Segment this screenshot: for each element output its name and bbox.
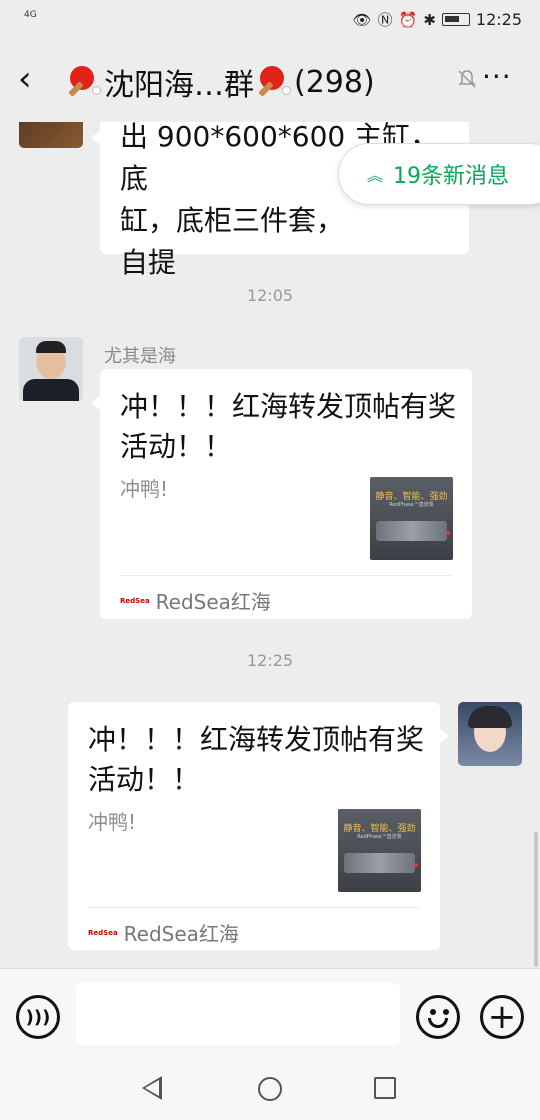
chat-header: ‹ 沈阳海…群 (298) ··· [0,40,540,122]
mute-bell-icon [458,70,476,88]
sender-name: 尤其是海 [104,346,176,367]
eye-icon: 👁 [352,10,372,29]
nav-home-icon[interactable] [258,1077,282,1101]
card-title: 冲！！！红海转发顶帖有奖活动！！ [88,723,425,796]
nav-recent-apps-icon[interactable] [374,1077,396,1099]
nfc-icon: Ⓝ [377,11,393,29]
scrollbar[interactable] [534,832,538,967]
new-messages-label: 19条新消息 [393,164,510,189]
nav-back-icon[interactable] [142,1076,162,1100]
avatar[interactable] [458,702,522,766]
card-title: 冲！！！红海转发顶帖有奖活动！！ [120,390,457,463]
redsea-logo-icon: RedSea [120,596,150,605]
message-input[interactable] [76,983,400,1045]
chat-title[interactable]: 沈阳海…群 (298) [64,60,375,104]
avatar[interactable] [19,337,83,401]
back-chevron-icon[interactable]: ‹ [18,62,32,96]
redsea-logo-icon: RedSea [88,928,118,937]
card-source-label: RedSea红海 [155,590,271,614]
voice-icon[interactable]: ))) [16,995,60,1039]
battery-icon [441,13,470,26]
card-source-label: RedSea红海 [123,922,239,946]
timestamp: 12:25 [246,651,294,670]
member-count: (298) [294,64,375,100]
plus-icon[interactable]: + [480,995,524,1039]
emoji-icon[interactable] [416,995,460,1039]
double-chevron-up-icon: ︽ [367,166,384,185]
bluetooth-icon: ✱ [423,10,436,29]
link-card[interactable]: 冲！！！红海转发顶帖有奖活动！！ 冲鸭! 静音、智能、强劲 RedPhase™直… [68,702,449,950]
card-description: 冲鸭! [120,477,169,501]
card-description: 冲鸭! [88,810,137,834]
status-bar: 4G 👁 Ⓝ ⏰ ✱ 12:25 [0,0,540,40]
ping-pong-icon [256,64,292,100]
message-line: 自提 [120,246,177,279]
status-time: 12:25 [475,10,522,29]
network-indicator: 4G [24,10,37,20]
ping-pong-icon [66,64,102,100]
card-thumbnail: 静音、智能、强劲 RedPhase™直流泵 [370,477,453,560]
more-options-icon[interactable]: ··· [482,60,512,93]
link-card[interactable]: 冲！！！红海转发顶帖有奖活动！！ 冲鸭! 静音、智能、强劲 RedPhase™直… [91,369,472,619]
group-name: 沈阳海…群 [104,68,254,103]
input-bar: ))) + [0,968,540,1062]
system-nav-bar [0,1062,540,1120]
alarm-icon: ⏰ [398,10,418,29]
new-messages-button[interactable]: ︽ 19条新消息 [338,143,540,205]
timestamp: 12:05 [246,286,294,305]
card-thumbnail: 静音、智能、强劲 RedPhase™直流泵 [338,809,421,892]
message-line: 缸，底柜三件套， [120,204,345,237]
